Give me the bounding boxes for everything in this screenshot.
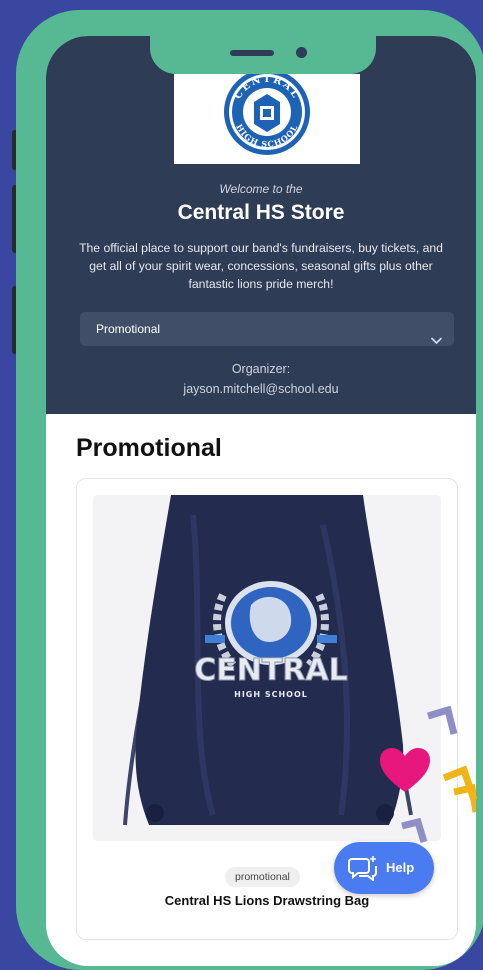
store-title: Central HS Store	[177, 201, 345, 224]
welcome-text: Welcome to the	[219, 182, 303, 196]
phone-screen: CENTRAL HIGH SCHOOL Welcome to the Centr…	[46, 36, 476, 966]
front-camera	[296, 47, 307, 58]
category-dropdown[interactable]: Promotional	[80, 312, 454, 346]
organizer-label: Organizer:	[231, 362, 291, 376]
bag-print-subtext: HIGH SCHOOL	[234, 690, 308, 699]
school-logo: CENTRAL HIGH SCHOOL	[174, 74, 360, 164]
phone-notch	[150, 36, 376, 74]
category-tag: promotional	[225, 867, 300, 887]
section-title: Promotional	[76, 434, 222, 462]
bag-print-text: CENTRAL	[194, 653, 348, 688]
store-description: The official place to support our band's…	[79, 241, 443, 291]
help-button-label: Help	[386, 860, 415, 875]
chat-bubble-icon	[348, 855, 378, 884]
speaker-grille	[230, 50, 274, 56]
organizer-email[interactable]: jayson.mitchell@school.edu	[46, 382, 476, 396]
product-title[interactable]: Central HS Lions Drawstring Bag	[77, 893, 457, 908]
store-header: CENTRAL HIGH SCHOOL Welcome to the Centr…	[46, 36, 476, 414]
help-button[interactable]: Help	[334, 842, 434, 894]
decorative-chevron-icon	[442, 765, 478, 802]
chevron-down-icon	[431, 324, 442, 358]
phone-frame: CENTRAL HIGH SCHOOL Welcome to the Centr…	[16, 10, 483, 970]
category-dropdown-value: Promotional	[96, 322, 161, 336]
heart-icon	[380, 748, 430, 792]
